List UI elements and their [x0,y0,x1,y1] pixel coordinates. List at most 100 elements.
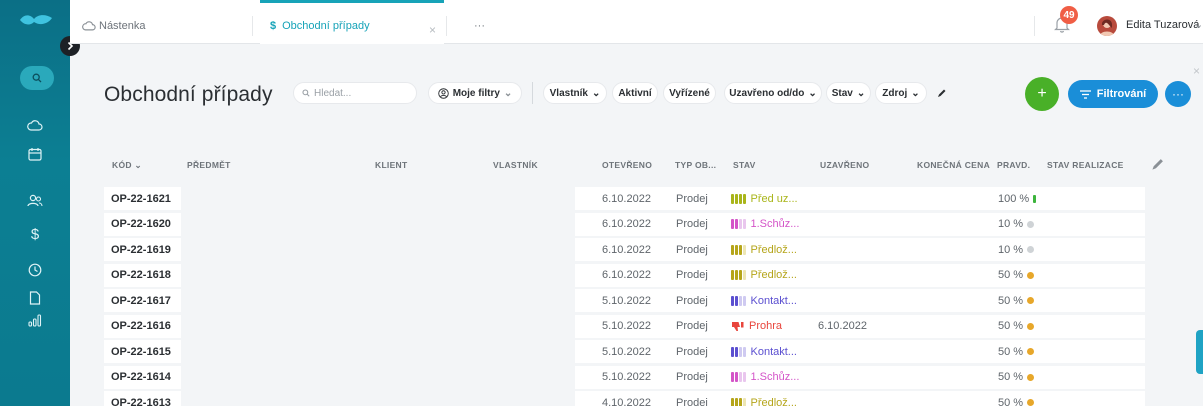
status-badge[interactable]: Prohra [731,314,782,340]
tab-bar: Nástenka $ Obchodní případy × ··· 49 Edi… [70,0,1203,44]
status-badge[interactable]: Předlož... [731,237,797,263]
more-options-button[interactable]: ··· [1165,81,1191,107]
close-icon[interactable]: × [429,23,436,37]
page-title: Obchodní případy [104,83,273,106]
sidebar-item-contacts[interactable] [22,189,48,213]
table-row[interactable]: OP-22-1613 4.10.2022 Prodej Předlož... 50 % [104,390,1174,406]
status-progress-bars [731,372,746,383]
status-label: Kontakt... [750,345,797,358]
pencil-icon[interactable] [1151,157,1165,171]
column-header-predmet[interactable]: PŘEDMĚT [187,160,231,170]
sidebar-item-dashboard[interactable] [22,113,48,137]
status-badge[interactable]: Předlož... [731,390,797,406]
edit-filters-button[interactable] [930,82,954,104]
deal-code[interactable]: OP-22-1618 [111,263,171,289]
status-badge[interactable]: 1.Schůz... [731,212,799,238]
deal-code[interactable]: OP-22-1613 [111,390,171,406]
status-badge[interactable]: Před uz... [731,186,798,212]
deal-code[interactable]: OP-22-1620 [111,212,171,238]
sort-chevron-icon: ⌄ [134,160,142,170]
deal-code[interactable]: OP-22-1616 [111,314,171,340]
status-label: Předlož... [750,243,797,256]
deal-code[interactable]: OP-22-1621 [111,186,171,212]
notification-badge[interactable]: 49 [1060,6,1078,24]
tab-label: Nástenka [99,20,146,32]
status-label: Před uz... [750,192,798,205]
logo-icon[interactable] [18,12,54,28]
table-row[interactable]: OP-22-1615 5.10.2022 Prodej Kontakt... 50 % [104,339,1174,365]
sidebar-item-deals[interactable]: $ [22,222,48,246]
filter-vyrizene[interactable]: Vyřízené [663,82,716,104]
column-header-typ[interactable]: TYP OB... [675,160,716,170]
column-header-stav-realizace[interactable]: STAV REALIZACE [1047,160,1124,170]
avatar[interactable] [1097,16,1117,36]
filter-uzavreno[interactable]: Uzavřeno od/do ⌄ [724,82,822,104]
deal-code[interactable]: OP-22-1615 [111,339,171,365]
column-header-kod[interactable]: KÓD ⌄ [112,160,142,171]
add-deal-button[interactable]: + [1025,77,1059,111]
cell-bg [575,238,1145,261]
status-badge[interactable]: Kontakt... [731,339,797,365]
my-filters-button[interactable]: Moje filtry ⌄ [428,82,522,104]
status-badge[interactable]: 1.Schůz... [731,365,799,391]
column-header-stav[interactable]: STAV [733,160,756,170]
column-header-otevreno[interactable]: OTEVŘENO [602,160,652,170]
probability: 10 % [998,212,1035,238]
sidebar-item-search[interactable] [20,66,54,90]
table-row[interactable]: OP-22-1618 6.10.2022 Prodej Předlož... 50 % [104,263,1174,289]
status-badge[interactable]: Předlož... [731,263,797,289]
chevron-down-icon: ⌄ [503,87,513,99]
search-input[interactable]: Hledat... [293,82,417,104]
tab-divider [1034,16,1035,36]
filter-stav[interactable]: Stav ⌄ [826,82,871,104]
table-row[interactable]: OP-22-1617 5.10.2022 Prodej Kontakt... 50 % [104,288,1174,314]
dollar-icon: $ [30,225,40,243]
probability-dot [1027,246,1035,254]
sidebar-item-documents[interactable] [22,286,48,310]
deal-code[interactable]: OP-22-1617 [111,288,171,314]
status-progress-bars [731,346,746,357]
table-row[interactable]: OP-22-1620 6.10.2022 Prodej 1.Schůz... 10 % [104,212,1174,238]
status-badge[interactable]: Kontakt... [731,288,797,314]
table-row[interactable]: OP-22-1616 5.10.2022 Prodej Prohra 6.10.2022… [104,314,1174,340]
probability-dot [1027,322,1035,330]
status-progress-bars [731,270,746,281]
filter-vlastnik[interactable]: Vlastník ⌄ [543,82,607,104]
deal-code[interactable]: OP-22-1619 [111,237,171,263]
tab-dashboard[interactable]: Nástenka [82,0,250,44]
sidebar-item-reports[interactable] [22,308,48,332]
cloud-icon [27,120,43,131]
column-header-vlastnik[interactable]: VLASTNÍK [493,160,538,170]
status-progress-bars [731,397,746,406]
tab-more[interactable]: ··· [474,0,504,44]
table-row[interactable]: OP-22-1614 5.10.2022 Prodej 1.Schůz... 50 % [104,365,1174,391]
chevron-down-icon: ⌄ [856,87,866,99]
column-header-konecna-cena[interactable]: KONEČNÁ CENA [917,160,990,170]
table-row[interactable]: OP-22-1621 6.10.2022 Prodej Před uz... 100 % [104,186,1174,212]
filter-button[interactable]: Filtrování [1068,80,1158,108]
column-header-klient[interactable]: KLIENT [375,160,408,170]
close-icon[interactable]: × [1193,64,1200,78]
opened-date: 5.10.2022 [602,345,651,358]
probability-dot [1027,297,1035,305]
chevron-down-icon[interactable]: ⌄ [1194,18,1203,31]
column-header-pravd[interactable]: PRAVD. [997,160,1030,170]
sidebar-item-calendar[interactable] [22,142,48,166]
deal-type: Prodej [676,218,708,231]
tab-label: ··· [474,20,485,32]
filter-zdroj[interactable]: Zdroj ⌄ [875,82,927,104]
status-label: 1.Schůz... [750,218,800,231]
opened-date: 5.10.2022 [602,371,651,384]
opened-date: 4.10.2022 [602,396,651,406]
user-name[interactable]: Edita Tuzarová [1126,19,1199,31]
status-label: Předlož... [750,396,797,406]
table-row[interactable]: OP-22-1619 6.10.2022 Prodej Předlož... 10 % [104,237,1174,263]
probability: 50 % [998,390,1035,406]
deal-code[interactable]: OP-22-1614 [111,365,171,391]
side-panel-handle[interactable] [1196,330,1203,374]
column-header-uzavreno[interactable]: UZAVŘENO [820,160,869,170]
filter-aktivni[interactable]: Aktivní [612,82,658,104]
status-label: Předlož... [750,269,797,282]
sidebar-item-activities[interactable] [22,258,48,282]
tab-obchodni-pripady[interactable]: $ Obchodní případy × [260,0,444,44]
